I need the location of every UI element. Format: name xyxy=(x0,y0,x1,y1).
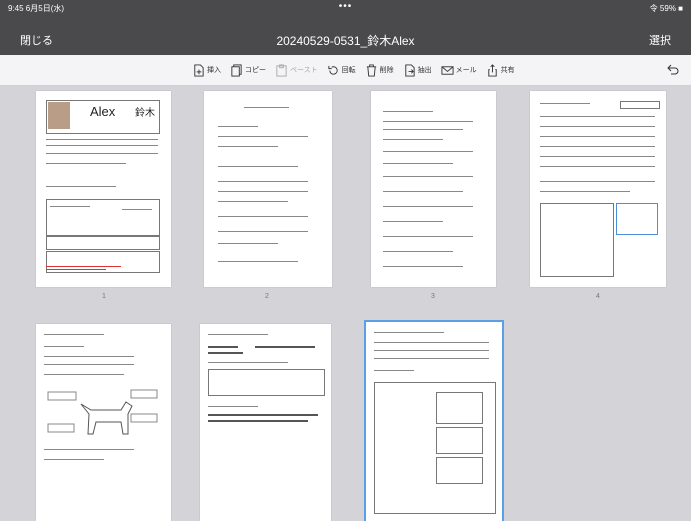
extract-button[interactable]: 抽出 xyxy=(403,63,432,77)
page-thumbnail-5[interactable] xyxy=(36,324,171,521)
share-icon xyxy=(487,63,497,77)
extract-icon xyxy=(404,63,415,77)
applicant-name: Alex xyxy=(90,104,116,119)
page-thumbnail-3[interactable] xyxy=(371,91,496,287)
rotate-button[interactable]: 回転 xyxy=(327,64,356,77)
page-number-3: 3 xyxy=(431,293,435,300)
page-toolbar: 挿入 コピー ペースト 回転 削除 抽出 メール 共有 xyxy=(0,55,691,86)
page-thumbnail-1[interactable]: Alex 鈴木 xyxy=(36,91,171,287)
rotate-label: 回転 xyxy=(341,67,356,74)
copy-icon xyxy=(231,63,242,77)
trash-icon xyxy=(366,63,376,77)
delete-label: 削除 xyxy=(379,67,394,74)
paste-icon xyxy=(276,63,287,77)
multitasking-dots[interactable]: ••• xyxy=(0,1,691,12)
page-thumbnail-2[interactable] xyxy=(204,91,332,287)
page-thumbnail-6[interactable] xyxy=(200,324,331,521)
document-title: 20240529-0531_鈴木Alex xyxy=(276,34,415,48)
undo-icon[interactable] xyxy=(665,63,679,77)
top-bar: 9:45 6月5日(水) ••• 令 59% ■ 閉じる 20240529-05… xyxy=(0,0,691,55)
page-thumbnail-7[interactable] xyxy=(364,320,504,521)
page-grid: Alex 鈴木 1 2 3 4 xyxy=(0,86,691,521)
insert-label: 挿入 xyxy=(207,67,221,74)
mail-label: メール xyxy=(455,67,477,74)
mail-icon xyxy=(441,65,454,75)
page-thumbnail-4[interactable] xyxy=(530,91,666,287)
select-button[interactable]: 選択 xyxy=(649,32,671,48)
copy-button[interactable]: コピー xyxy=(230,63,266,77)
copy-label: コピー xyxy=(245,67,266,74)
status-battery: 令 59% ■ xyxy=(649,4,683,13)
insert-page-icon xyxy=(194,63,204,77)
rotate-icon xyxy=(328,65,338,75)
page-number-2: 2 xyxy=(265,293,269,300)
page-number-1: 1 xyxy=(102,293,106,300)
share-button[interactable]: 共有 xyxy=(486,63,515,77)
mail-button[interactable]: メール xyxy=(441,64,477,77)
paste-button[interactable]: ペースト xyxy=(275,63,318,77)
insert-button[interactable]: 挿入 xyxy=(192,63,221,77)
applicant-surname: 鈴木 xyxy=(135,108,155,119)
extract-label: 抽出 xyxy=(417,67,432,74)
page-number-4: 4 xyxy=(596,293,600,300)
share-label: 共有 xyxy=(500,67,515,74)
paste-label: ペースト xyxy=(290,67,318,74)
dog-diagram xyxy=(47,389,158,435)
delete-button[interactable]: 削除 xyxy=(365,63,394,77)
